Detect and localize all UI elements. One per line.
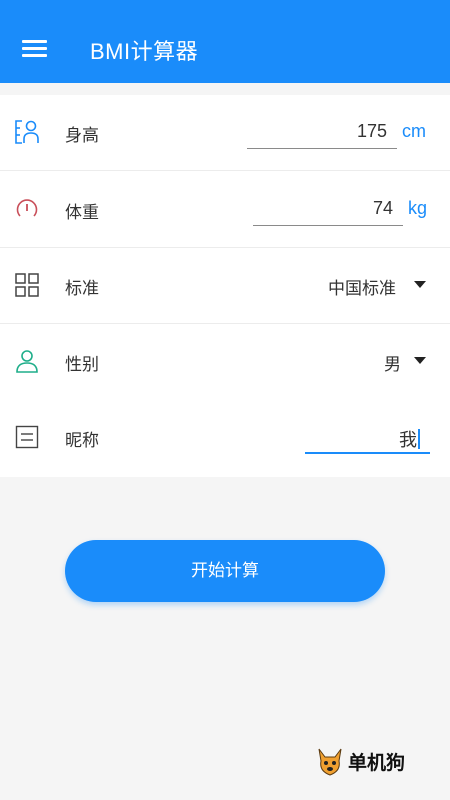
gender-label: 性别 [65,355,99,375]
nickname-input[interactable]: 我 [305,422,430,454]
grid-icon [15,273,39,297]
gender-select[interactable]: 男 [384,350,401,375]
standard-label: 标准 [65,279,99,299]
app-title: BMI计算器 [90,39,199,64]
note-icon [15,425,39,449]
watermark: 单机狗 [315,745,425,779]
chevron-down-icon[interactable] [414,357,426,364]
weight-row: 体重 74 kg [0,172,450,248]
chevron-down-icon[interactable] [414,281,426,288]
text-cursor [418,429,420,449]
app-bar: BMI计算器 [0,0,450,83]
dog-logo-icon [318,748,342,776]
person-height-icon [15,120,39,144]
calculate-button[interactable]: 开始计算 [65,540,385,602]
bmi-form: 身高 175 cm 体重 74 kg 标准 中国标准 性别 男 昵称 我 [0,95,450,477]
menu-icon[interactable] [22,38,48,60]
standard-row[interactable]: 标准 中国标准 [0,248,450,324]
nickname-value: 我 [399,430,417,450]
weight-unit: kg [408,198,428,218]
standard-select[interactable]: 中国标准 [328,274,396,299]
height-row: 身高 175 cm [0,95,450,171]
height-label: 身高 [65,126,99,146]
nickname-row: 昵称 我 [0,400,450,476]
gauge-icon [16,199,38,217]
watermark-text: 单机狗 [348,752,406,774]
nickname-label: 昵称 [65,431,99,451]
weight-input[interactable]: 74 [253,194,403,226]
person-icon [16,350,38,373]
weight-label: 体重 [65,203,99,223]
gender-row[interactable]: 性别 男 [0,324,450,400]
height-input[interactable]: 175 [247,117,397,149]
height-unit: cm [402,121,426,141]
